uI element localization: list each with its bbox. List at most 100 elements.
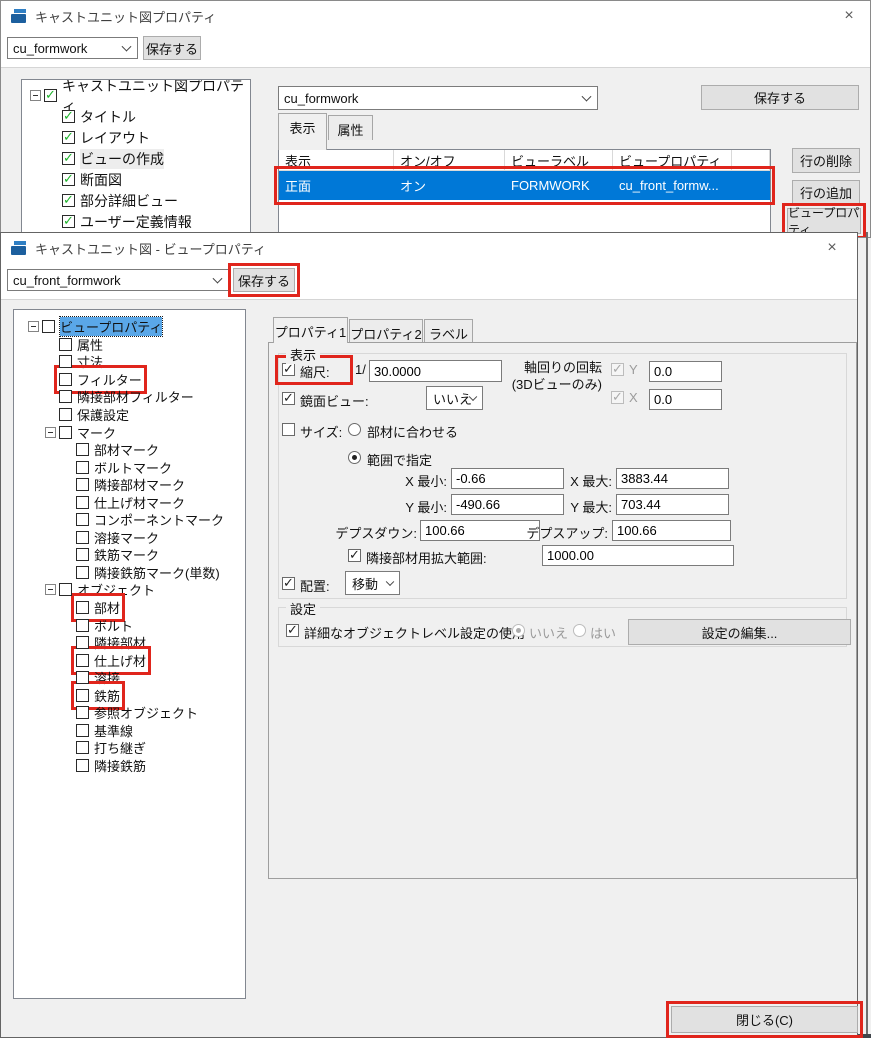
cell-onoff[interactable]: オン bbox=[394, 171, 505, 200]
checkbox-icon[interactable] bbox=[59, 337, 72, 351]
tree-item[interactable]: ビューの作成 bbox=[22, 148, 250, 169]
tree-item[interactable]: ビュープロパティ bbox=[14, 316, 245, 338]
checkbox-icon[interactable] bbox=[59, 372, 72, 386]
checkbox-icon[interactable] bbox=[76, 706, 89, 720]
titlebar[interactable]: キャストユニット図 - ビュープロパティ × bbox=[1, 233, 857, 263]
checkbox-icon[interactable] bbox=[59, 408, 72, 422]
checkbox-icon[interactable] bbox=[59, 390, 72, 404]
tree-item[interactable]: 溶接 bbox=[14, 669, 245, 687]
placement-dropdown[interactable]: 移動 bbox=[345, 571, 400, 595]
tab-attributes[interactable]: 属性 bbox=[328, 115, 373, 140]
add-row-button[interactable]: 行の追加 bbox=[792, 180, 860, 205]
ymax-input[interactable] bbox=[616, 494, 729, 515]
close-icon[interactable]: × bbox=[834, 1, 864, 31]
tree-item[interactable]: ユーザー定義情報 bbox=[22, 211, 250, 232]
save-button[interactable]: 保存する bbox=[143, 36, 201, 60]
delete-row-button[interactable]: 行の削除 bbox=[792, 148, 860, 173]
rotation-x-input[interactable] bbox=[649, 389, 722, 410]
size-range-radio[interactable] bbox=[348, 451, 361, 464]
checkbox-icon[interactable] bbox=[76, 478, 89, 492]
tree-item[interactable]: 断面図 bbox=[22, 169, 250, 190]
col-header[interactable]: ビュープロパティ bbox=[613, 150, 732, 171]
tab-properties2[interactable]: プロパティ2 bbox=[349, 319, 423, 343]
checkbox-icon[interactable] bbox=[62, 108, 75, 124]
checkbox-icon[interactable] bbox=[76, 548, 89, 562]
tree-item[interactable]: 溶接マーク bbox=[14, 529, 245, 547]
checkbox-icon[interactable] bbox=[76, 653, 89, 667]
checkbox-icon[interactable] bbox=[59, 425, 72, 439]
checkbox-icon[interactable] bbox=[76, 601, 89, 615]
placement-checkbox[interactable] bbox=[282, 575, 295, 591]
checkbox-icon[interactable] bbox=[62, 213, 75, 229]
object-level-settings-checkbox[interactable] bbox=[286, 622, 299, 638]
checkbox-icon[interactable] bbox=[76, 723, 89, 737]
depth-up-input[interactable] bbox=[612, 520, 731, 541]
checkbox-icon[interactable] bbox=[62, 192, 75, 208]
tree-item[interactable]: 隣接部材フィルター bbox=[14, 388, 245, 406]
checkbox-icon[interactable] bbox=[44, 87, 57, 103]
view-properties-button[interactable]: ビュープロパティ bbox=[782, 203, 866, 237]
checkbox-icon[interactable] bbox=[76, 460, 89, 474]
mirror-view-checkbox[interactable] bbox=[282, 390, 295, 406]
size-checkbox[interactable] bbox=[282, 423, 295, 436]
col-header[interactable]: オン/オフ bbox=[394, 150, 505, 171]
tab-properties1[interactable]: プロパティ1 bbox=[273, 317, 348, 343]
checkbox-icon[interactable] bbox=[76, 565, 89, 579]
close-icon[interactable]: × bbox=[817, 233, 847, 263]
checkbox-icon[interactable] bbox=[62, 171, 75, 187]
titlebar[interactable]: キャストユニット図プロパティ × bbox=[1, 1, 870, 31]
view-save-button[interactable]: 保存する bbox=[701, 85, 859, 110]
checkbox-icon[interactable] bbox=[59, 583, 72, 597]
scale-input[interactable] bbox=[369, 360, 502, 382]
cell-view-label[interactable]: FORMWORK bbox=[505, 171, 613, 200]
adjacent-extend-input[interactable] bbox=[542, 545, 734, 566]
tab-label[interactable]: ラベル bbox=[424, 319, 473, 343]
tree-item[interactable]: 寸法 bbox=[14, 353, 245, 371]
tree-item[interactable]: オブジェクト bbox=[14, 581, 245, 599]
cell-view[interactable]: 正面 bbox=[279, 171, 394, 200]
checkbox-icon[interactable] bbox=[76, 636, 89, 650]
checkbox-icon[interactable] bbox=[76, 443, 89, 457]
mirror-view-dropdown[interactable]: いいえ bbox=[426, 386, 483, 410]
checkbox-icon[interactable] bbox=[76, 513, 89, 527]
checkbox-icon[interactable] bbox=[59, 355, 72, 369]
tree-item[interactable]: コンポーネントマーク bbox=[14, 511, 245, 529]
tree-expander-icon[interactable] bbox=[28, 321, 39, 333]
tree-item[interactable]: 保護設定 bbox=[14, 406, 245, 424]
tree-item[interactable]: キャストユニット図プロパティ bbox=[22, 80, 250, 114]
view-settings-combo[interactable]: cu_front_formwork bbox=[7, 269, 229, 291]
checkbox-icon[interactable] bbox=[62, 150, 75, 166]
tree-expander-icon[interactable] bbox=[30, 90, 41, 101]
tree-item[interactable]: 仕上げ材マーク bbox=[14, 493, 245, 511]
save-button[interactable]: 保存する bbox=[228, 263, 300, 297]
tree-expander-icon[interactable] bbox=[45, 584, 56, 596]
tree-item[interactable]: ボルトマーク bbox=[14, 458, 245, 476]
checkbox-icon[interactable] bbox=[76, 758, 89, 772]
rotation-y-input[interactable] bbox=[649, 361, 722, 382]
scale-checkbox[interactable] bbox=[282, 361, 295, 377]
tree-item[interactable]: 隣接鉄筋マーク(単数) bbox=[14, 564, 245, 582]
col-header[interactable]: ビューラベル bbox=[505, 150, 613, 171]
tree-item[interactable]: フィルター bbox=[14, 364, 245, 394]
tree-item[interactable]: 打ち継ぎ bbox=[14, 739, 245, 757]
view-preset-combo[interactable]: cu_formwork bbox=[278, 86, 598, 110]
checkbox-icon[interactable] bbox=[42, 320, 55, 334]
tree-item[interactable]: ボルト bbox=[14, 616, 245, 634]
tree-item[interactable]: 隣接鉄筋 bbox=[14, 757, 245, 775]
tree-item[interactable]: 鉄筋マーク bbox=[14, 546, 245, 564]
tree-item[interactable]: 参照オブジェクト bbox=[14, 704, 245, 722]
table-row-selected[interactable]: 正面 オン FORMWORK cu_front_formw... bbox=[274, 166, 775, 205]
edit-settings-button[interactable]: 設定の編集... bbox=[628, 619, 851, 645]
cell-view-properties[interactable]: cu_front_formw... bbox=[613, 171, 732, 200]
checkbox-icon[interactable] bbox=[62, 129, 75, 145]
tree-item[interactable]: 隣接部材 bbox=[14, 634, 245, 652]
depth-down-input[interactable] bbox=[420, 520, 540, 541]
checkbox-icon[interactable] bbox=[76, 741, 89, 755]
tree-item[interactable]: レイアウト bbox=[22, 127, 250, 148]
tree-item[interactable]: 隣接部材マーク bbox=[14, 476, 245, 494]
col-header[interactable]: 表示 bbox=[279, 150, 394, 171]
checkbox-icon[interactable] bbox=[76, 530, 89, 544]
tree-item[interactable]: 部材マーク bbox=[14, 441, 245, 459]
tree-expander-icon[interactable] bbox=[45, 426, 56, 438]
tree-item[interactable]: 部分詳細ビュー bbox=[22, 190, 250, 211]
